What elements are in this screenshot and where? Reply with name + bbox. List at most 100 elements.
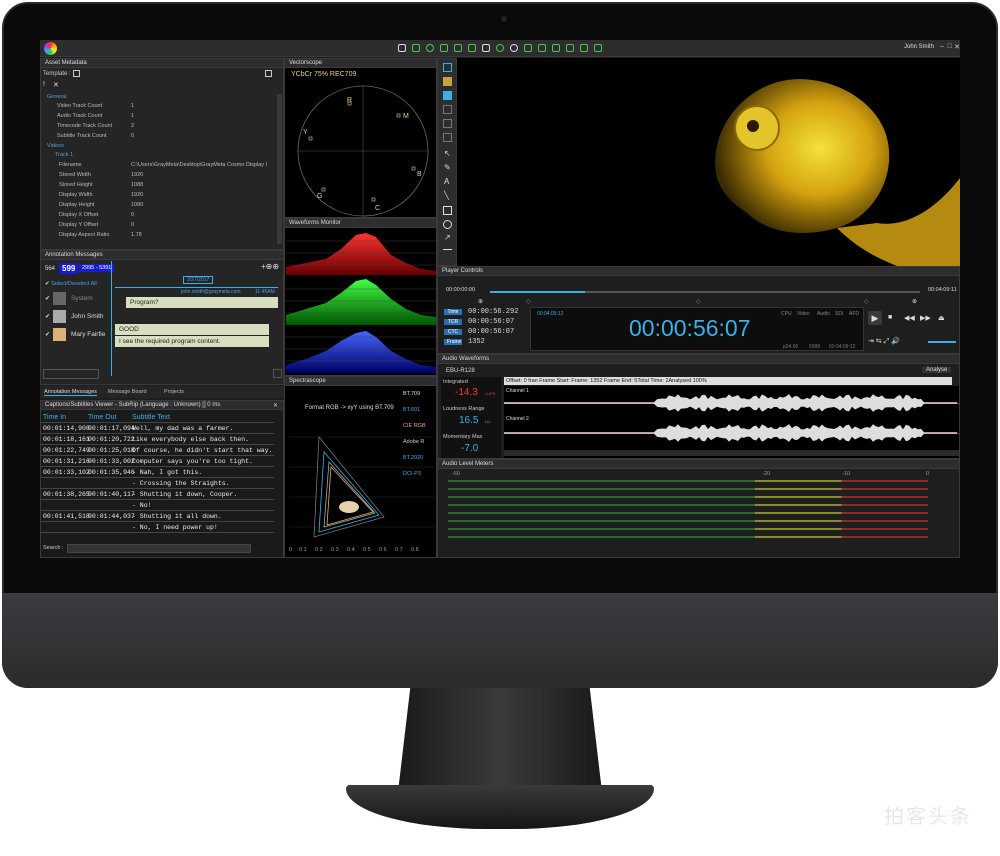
target-r: R xyxy=(347,97,353,104)
stop-button[interactable]: ■ xyxy=(888,314,892,321)
section-general[interactable]: General xyxy=(47,94,67,100)
message-bubble[interactable]: Program? xyxy=(126,297,278,308)
eject-button[interactable]: ⏏ xyxy=(938,314,945,322)
level-meter xyxy=(448,504,928,506)
list-item: Display Y Offset 0 xyxy=(59,222,135,228)
text-icon[interactable]: A xyxy=(444,177,449,186)
section-track[interactable]: Track 1 xyxy=(55,152,73,158)
asset-metadata-panel: Asset Metadata Template : ! ✕ General Vi… xyxy=(40,58,284,250)
tab-projects[interactable]: Projects xyxy=(164,389,184,395)
seek-bar[interactable] xyxy=(490,291,920,293)
list-item: Timecode Track Count 2 xyxy=(57,123,135,129)
user-item-john[interactable]: ✔ John Smith xyxy=(45,310,111,324)
frames-total: 5988 xyxy=(809,344,821,350)
field-label: TCR xyxy=(444,319,462,325)
range-unit: LU xyxy=(485,419,491,424)
user-item-system[interactable]: ✔ System xyxy=(45,292,111,306)
grid-icon[interactable] xyxy=(524,44,532,52)
video-viewer[interactable] xyxy=(457,58,960,266)
scrollbar[interactable] xyxy=(277,94,282,244)
table-row[interactable]: 00:01:18,161 00:01:20,722 Like everybody e… xyxy=(41,435,274,445)
forward-button[interactable]: ▶▶ xyxy=(920,314,931,322)
vectorscope-panel: Vectorscope YCbCr 75% REC709 R M B C G Y xyxy=(284,58,437,218)
close-button[interactable]: ✕ xyxy=(954,43,960,51)
tick-label: 0.5 xyxy=(363,547,371,553)
clock-icon[interactable] xyxy=(510,44,518,52)
table-row[interactable]: - Crossing the Straights. xyxy=(41,479,274,489)
edit-icon[interactable] xyxy=(73,70,80,77)
scope-icon[interactable] xyxy=(454,44,462,52)
maximize-button[interactable]: □ xyxy=(948,43,952,50)
table-cell: - No, I need power up! xyxy=(132,524,218,531)
table-row[interactable]: 00:01:22,749 00:01:25,018 Of course, he di… xyxy=(41,446,274,456)
user-item-mary[interactable]: ✔ Mary Fairfie xyxy=(45,328,111,342)
audio-track-area[interactable]: Channel 1 Channel 2 xyxy=(504,386,959,458)
table-row[interactable]: 00:01:31,216 00:01:33,002 Computer says yo… xyxy=(41,457,274,467)
layers-icon[interactable] xyxy=(443,91,452,100)
list-item: Display Width 1920 xyxy=(59,192,144,198)
paste-icon[interactable] xyxy=(443,133,452,142)
standard-label: EBU-R128 xyxy=(446,368,475,374)
save-icon[interactable] xyxy=(265,70,272,77)
panel-title: Captions/Subtitles Viewer - SubRip (Lang… xyxy=(41,401,283,410)
table-row[interactable]: 00:01:41,518 00:01:44,037- Shutting it al… xyxy=(41,512,274,522)
table-row[interactable]: 00:01:33,102 00:01:35,946- Nah, I got thi… xyxy=(41,468,274,478)
table-cell: - Nah, I got this. xyxy=(132,469,203,476)
spectrascope-graph xyxy=(289,435,435,538)
line-icon[interactable]: ╲ xyxy=(444,191,449,200)
add-icon[interactable]: +⊕⊕ xyxy=(261,262,279,271)
volume-slider[interactable] xyxy=(928,341,956,343)
exclaim-icon[interactable]: ! xyxy=(43,81,45,88)
analyse-button[interactable]: Analyse xyxy=(922,367,952,373)
send-icon[interactable] xyxy=(273,369,282,378)
range-label: Loudness Range xyxy=(443,406,485,412)
waveform-icon[interactable] xyxy=(440,44,448,52)
list-icon[interactable] xyxy=(538,44,546,52)
arrow-icon[interactable]: ↗ xyxy=(444,233,451,242)
close-icon[interactable]: ✕ xyxy=(273,402,278,409)
pencil-icon[interactable]: ✎ xyxy=(444,163,451,172)
vectorscope-graph xyxy=(297,85,429,217)
monitor-stand xyxy=(398,688,602,792)
pen-icon[interactable] xyxy=(594,44,602,52)
table-row[interactable]: 00:01:38,265 00:01:40,117- Shutting it do… xyxy=(41,490,274,500)
message-bubble[interactable]: I see the required program content. xyxy=(115,336,269,347)
section-videos[interactable]: Videos xyxy=(47,143,64,149)
play-button[interactable]: ▶ xyxy=(868,311,882,325)
hline-icon[interactable] xyxy=(443,249,452,250)
image-icon[interactable] xyxy=(443,77,452,86)
copy-icon[interactable] xyxy=(443,119,452,128)
circle-icon[interactable] xyxy=(426,44,434,52)
crop-icon[interactable] xyxy=(443,105,452,114)
loop-icon[interactable]: ⇥ ⇆ ⤢ 🔊 xyxy=(868,337,900,346)
count-range: 2995 - 5391 xyxy=(79,264,115,272)
levels-icon[interactable] xyxy=(468,44,476,52)
table-row[interactable]: - No, I need power up! xyxy=(41,523,274,533)
tab-annotation-messages[interactable]: Annotation Messages xyxy=(44,389,97,396)
scrollbar[interactable] xyxy=(504,450,959,456)
ellipse-icon[interactable] xyxy=(443,220,452,229)
tab-message-board[interactable]: Message Board xyxy=(108,389,147,395)
audio-icon[interactable] xyxy=(482,44,490,52)
rectangle-icon[interactable] xyxy=(443,206,452,215)
table-row[interactable]: 00:01:14,908 00:01:17,094 Well, my dad was… xyxy=(41,424,274,434)
check-icon[interactable]: ✔ xyxy=(45,281,50,287)
annotation-input[interactable] xyxy=(43,369,99,379)
legend-item: CIE RGB xyxy=(403,423,426,429)
rewind-button[interactable]: ◀◀ xyxy=(904,314,915,322)
film-icon[interactable] xyxy=(412,44,420,52)
speech-icon[interactable] xyxy=(566,44,574,52)
message-bubble[interactable]: GOOD xyxy=(115,324,269,335)
box-icon[interactable] xyxy=(580,44,588,52)
select-all-link[interactable]: Select/Deselect All xyxy=(51,281,97,287)
close-icon[interactable]: ✕ xyxy=(53,81,59,89)
folder-icon[interactable] xyxy=(398,44,406,52)
table-row[interactable]: - No! xyxy=(41,501,274,511)
pointer-icon[interactable]: ↖ xyxy=(444,149,451,158)
search-input[interactable] xyxy=(67,544,251,553)
user-name[interactable]: John Smith xyxy=(904,44,934,50)
table-icon[interactable] xyxy=(552,44,560,52)
select-icon[interactable] xyxy=(443,63,452,72)
minimize-button[interactable]: – xyxy=(940,43,944,50)
target-icon[interactable] xyxy=(496,44,504,52)
